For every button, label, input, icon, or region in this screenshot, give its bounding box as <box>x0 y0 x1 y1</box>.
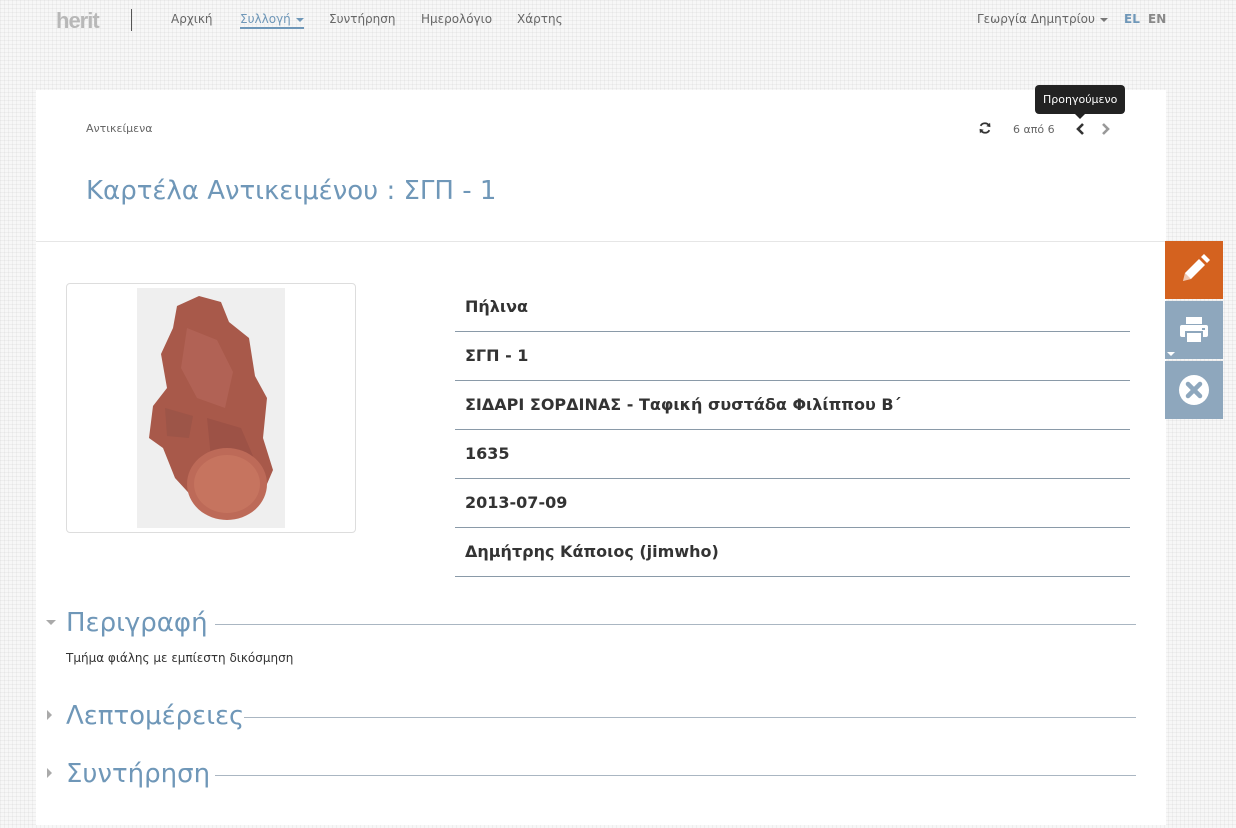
section-conservation: Συντήρηση <box>46 759 1136 799</box>
print-button[interactable] <box>1165 301 1223 359</box>
app-logo[interactable]: herit <box>56 8 100 34</box>
object-image <box>137 288 285 528</box>
page-title: Καρτέλα Αντικειμένου : ΣΓΠ - 1 <box>86 176 497 206</box>
field-location: ΣΙΔΑΡΙ ΣΟΡΔΙΝΑΣ - Ταφική συστάδα Φιλίππο… <box>455 381 1130 430</box>
object-fields: Πήλινα ΣΓΠ - 1 ΣΙΔΑΡΙ ΣΟΡΔΙΝΑΣ - Ταφική … <box>455 283 1130 577</box>
section-title-description[interactable]: Περιγραφή <box>66 608 208 638</box>
field-number: 1635 <box>455 430 1130 479</box>
pottery-fragment-image <box>149 296 273 520</box>
user-name: Γεωργία Δημητρίου <box>977 12 1095 26</box>
caret-down-icon <box>295 17 304 22</box>
nav-item-label: Συλλογή <box>240 12 291 26</box>
field-code: ΣΓΠ - 1 <box>455 332 1130 381</box>
user-menu[interactable]: Γεωργία Δημητρίου <box>977 12 1108 26</box>
nav-item-label: Αρχική <box>171 12 213 26</box>
triangle-right-icon[interactable] <box>47 710 52 720</box>
section-divider <box>244 717 1136 718</box>
triangle-right-icon[interactable] <box>47 768 52 778</box>
section-divider <box>215 775 1136 776</box>
lang-el[interactable]: EL <box>1124 12 1140 26</box>
breadcrumb[interactable]: Αντικείμενα <box>86 122 153 135</box>
nav-item-conservation[interactable]: Συντήρηση <box>329 12 396 26</box>
chevron-right-icon[interactable] <box>1100 122 1112 136</box>
pencil-icon <box>1183 254 1210 281</box>
object-card: Αντικείμενα 6 από 6 Προηγούμενο Καρτέλα … <box>36 85 1166 825</box>
nav-item-label: Χάρτης <box>517 12 563 26</box>
edit-button[interactable] <box>1165 241 1223 299</box>
caret-down-icon <box>1167 352 1175 356</box>
top-navbar: herit Αρχική Συλλογή Συντήρηση Ημερολόγι… <box>0 0 1236 40</box>
chevron-left-icon[interactable] <box>1074 122 1086 136</box>
close-circle-icon <box>1179 375 1209 405</box>
tooltip-previous: Προηγούμενο <box>1035 85 1126 119</box>
section-body-description: Τμήμα φιάλης με εμπίεστη δικόσμηση <box>66 651 294 665</box>
field-date: 2013-07-09 <box>455 479 1130 528</box>
field-author: Δημήτρης Κάποιος (jimwho) <box>455 528 1130 577</box>
nav-item-home[interactable]: Αρχική <box>171 12 213 26</box>
pager-count: 6 από 6 <box>1013 123 1055 136</box>
section-title-conservation[interactable]: Συντήρηση <box>66 759 210 789</box>
object-image-frame[interactable] <box>66 283 356 533</box>
printer-icon <box>1180 317 1208 344</box>
nav-item-map[interactable]: Χάρτης <box>517 12 563 26</box>
nav-item-calendar[interactable]: Ημερολόγιο <box>421 12 492 26</box>
triangle-down-icon[interactable] <box>46 620 56 625</box>
logo-divider <box>131 9 132 31</box>
caret-down-icon <box>1099 17 1108 22</box>
header-divider <box>36 241 1166 242</box>
section-divider <box>215 624 1136 625</box>
section-details: Λεπτομέρειες <box>46 701 1136 741</box>
section-description: Περιγραφή Τμήμα φιάλης με εμπίεστη δικόσ… <box>46 608 1136 678</box>
nav-item-label: Συντήρηση <box>329 12 396 26</box>
lang-en[interactable]: EN <box>1148 12 1166 26</box>
refresh-icon[interactable] <box>978 121 992 135</box>
nav-item-label: Ημερολόγιο <box>421 12 493 26</box>
close-button[interactable] <box>1165 361 1223 419</box>
field-category: Πήλινα <box>455 283 1130 332</box>
section-title-details[interactable]: Λεπτομέρειες <box>66 701 244 731</box>
nav-item-collection[interactable]: Συλλογή <box>240 12 304 29</box>
